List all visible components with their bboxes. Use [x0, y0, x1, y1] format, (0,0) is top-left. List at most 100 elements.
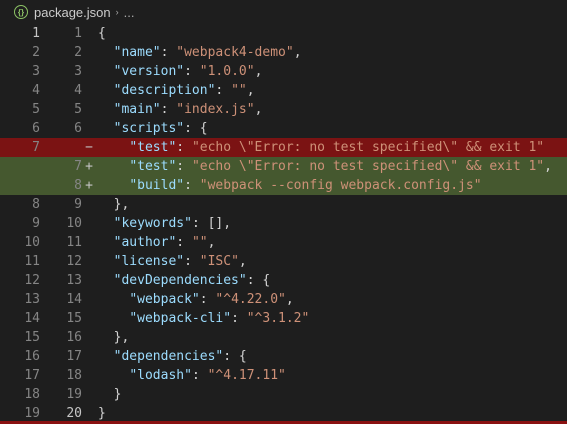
plus-icon: +: [85, 178, 93, 193]
breadcrumb-file[interactable]: package.json: [34, 5, 111, 20]
old-line-number: 9: [32, 216, 40, 231]
code-line[interactable]: 13 14 "webpack": "^4.22.0",: [0, 290, 567, 309]
old-line-number: 7: [32, 140, 40, 155]
diff-marker: [82, 366, 96, 385]
code-line[interactable]: 16 17 "dependencies": {: [0, 347, 567, 366]
diff-marker: [82, 347, 96, 366]
minus-icon: −: [85, 140, 93, 155]
code-line[interactable]: 5 5 "main": "index.js",: [0, 100, 567, 119]
code-text[interactable]: "main": "index.js",: [98, 102, 263, 117]
new-line-number: 7: [74, 159, 82, 174]
old-line-number: 8: [32, 197, 40, 212]
code-line[interactable]: 1 1 {: [0, 24, 567, 43]
diff-marker: [82, 195, 96, 214]
old-line-number: 4: [32, 83, 40, 98]
new-line-number: 12: [66, 254, 82, 269]
new-line-number: 8: [74, 178, 82, 193]
code-text[interactable]: "test": "echo \"Error: no test specified…: [98, 159, 552, 174]
code-text[interactable]: "version": "1.0.0",: [98, 64, 263, 79]
code-text[interactable]: "scripts": {: [98, 121, 208, 136]
code-line[interactable]: 9 10 "keywords": [],: [0, 214, 567, 233]
added-line[interactable]: 7 + "test": "echo \"Error: no test specif…: [0, 157, 567, 176]
added-line[interactable]: 8 + "build": "webpack --config webpack.co…: [0, 176, 567, 195]
old-line-number: 15: [24, 330, 40, 345]
code-text[interactable]: "lodash": "^4.17.11": [98, 368, 286, 383]
new-line-number: 9: [74, 197, 82, 212]
old-line-number: 1: [32, 26, 40, 41]
new-line-number: 5: [74, 102, 82, 117]
code-text[interactable]: }: [98, 406, 106, 421]
old-line-number: 2: [32, 45, 40, 60]
new-line-number: 4: [74, 83, 82, 98]
code-text[interactable]: "devDependencies": {: [98, 273, 271, 288]
code-text[interactable]: "author": "",: [98, 235, 216, 250]
diff-marker: [82, 24, 96, 43]
code-line[interactable]: 2 2 "name": "webpack4-demo",: [0, 43, 567, 62]
code-line[interactable]: 6 6 "scripts": {: [0, 119, 567, 138]
code-line[interactable]: 18 19 }: [0, 385, 567, 404]
new-line-number: 1: [74, 26, 82, 41]
new-line-number: 16: [66, 330, 82, 345]
code-text[interactable]: "keywords": [],: [98, 216, 231, 231]
code-text[interactable]: "license": "ISC",: [98, 254, 247, 269]
code-text[interactable]: "build": "webpack --config webpack.confi…: [98, 178, 481, 193]
diff-marker: [82, 328, 96, 347]
old-line-number: 18: [24, 387, 40, 402]
breadcrumb-more[interactable]: ...: [124, 5, 135, 20]
diff-marker: [82, 252, 96, 271]
diff-marker: [82, 271, 96, 290]
old-line-number: 13: [24, 292, 40, 307]
new-line-number: 14: [66, 292, 82, 307]
code-text[interactable]: "name": "webpack4-demo",: [98, 45, 302, 60]
new-line-number: 15: [66, 311, 82, 326]
code-line[interactable]: 12 13 "devDependencies": {: [0, 271, 567, 290]
diff-marker: [82, 43, 96, 62]
old-line-number: 16: [24, 349, 40, 364]
code-line[interactable]: 4 4 "description": "",: [0, 81, 567, 100]
code-line[interactable]: 8 9 },: [0, 195, 567, 214]
code-line[interactable]: 10 11 "author": "",: [0, 233, 567, 252]
new-line-number: 2: [74, 45, 82, 60]
old-line-number: 11: [24, 254, 40, 269]
new-line-number: [40, 138, 82, 157]
diff-marker: [82, 214, 96, 233]
code-text[interactable]: },: [98, 330, 130, 345]
old-line-number: 5: [32, 102, 40, 117]
diff-marker: [82, 62, 96, 81]
new-line-number: 17: [66, 349, 82, 364]
diff-marker: [82, 81, 96, 100]
old-line-number: 12: [24, 273, 40, 288]
old-line-number: [0, 157, 40, 176]
code-text[interactable]: "dependencies": {: [98, 349, 247, 364]
diff-marker: [82, 290, 96, 309]
code-line[interactable]: 11 12 "license": "ISC",: [0, 252, 567, 271]
old-line-number: 17: [24, 368, 40, 383]
diff-marker: [82, 309, 96, 328]
chevron-right-icon: ›: [115, 7, 119, 17]
code-text[interactable]: "description": "",: [98, 83, 255, 98]
old-line-number: 14: [24, 311, 40, 326]
diff-editor[interactable]: 1 1{2 2 "name": "webpack4-demo", 3 3 "versio…: [0, 24, 567, 423]
breadcrumb: {} package.json › ...: [0, 0, 567, 24]
code-text[interactable]: }: [98, 387, 122, 402]
diff-marker: [82, 385, 96, 404]
old-line-number: 10: [24, 235, 40, 250]
code-text[interactable]: },: [98, 197, 130, 212]
code-text[interactable]: {: [98, 26, 106, 41]
code-line[interactable]: 14 15 "webpack-cli": "^3.1.2": [0, 309, 567, 328]
new-line-number: 10: [66, 216, 82, 231]
code-text[interactable]: "webpack-cli": "^3.1.2": [98, 311, 309, 326]
deleted-line[interactable]: 7 − "test": "echo \"Error: no test specif…: [0, 138, 567, 157]
plus-icon: +: [85, 159, 93, 174]
code-line[interactable]: 3 3 "version": "1.0.0",: [0, 62, 567, 81]
new-line-number: 3: [74, 64, 82, 79]
diff-marker: [82, 100, 96, 119]
code-line[interactable]: 17 18 "lodash": "^4.17.11": [0, 366, 567, 385]
code-text[interactable]: "test": "echo \"Error: no test specified…: [98, 140, 544, 155]
old-line-number: 3: [32, 64, 40, 79]
new-line-number: 13: [66, 273, 82, 288]
json-file-icon: {}: [14, 5, 28, 19]
new-line-number: 11: [66, 235, 82, 250]
code-line[interactable]: 15 16 },: [0, 328, 567, 347]
code-text[interactable]: "webpack": "^4.22.0",: [98, 292, 293, 307]
